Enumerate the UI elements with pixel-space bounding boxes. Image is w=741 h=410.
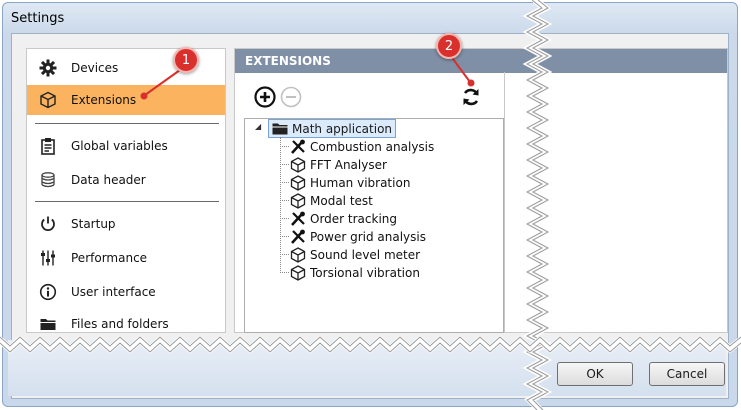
callout-badge-1: 1 <box>173 47 199 73</box>
callout-lines <box>140 54 475 100</box>
callout-badge-2: 2 <box>436 33 462 59</box>
